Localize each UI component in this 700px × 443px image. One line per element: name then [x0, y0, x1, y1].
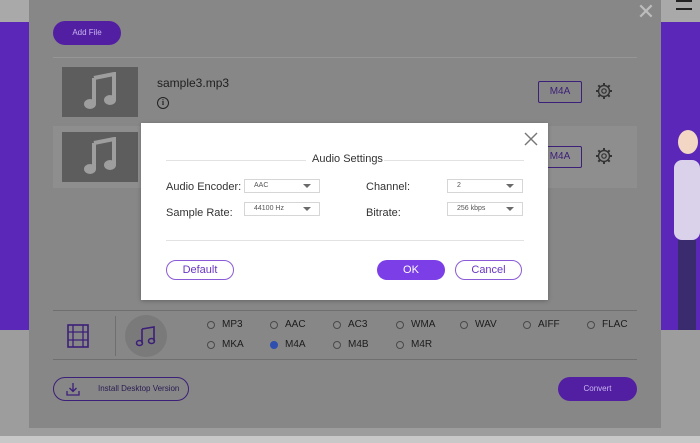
hamburger-icon[interactable]	[676, 0, 692, 10]
radio-button-selected[interactable]	[270, 340, 278, 349]
format-option-wav[interactable]: WAV	[460, 319, 497, 330]
format-option-flac[interactable]: FLAC	[587, 319, 628, 330]
sample-rate-label: Sample Rate:	[166, 207, 233, 219]
radio-button[interactable]	[333, 340, 341, 349]
radio-button[interactable]	[207, 320, 215, 329]
add-file-button[interactable]: Add File	[53, 21, 121, 45]
music-note-icon	[84, 72, 116, 109]
file-row: sample3.mp3 i M4A	[53, 61, 637, 123]
file-name: sample3.mp3	[157, 76, 230, 90]
radio-button[interactable]	[396, 320, 404, 329]
format-option-m4b[interactable]: M4B	[333, 339, 369, 350]
bitrate-select[interactable]: 256 kbps	[447, 202, 523, 216]
channel-label: Channel:	[366, 181, 411, 193]
chevron-down-icon	[303, 207, 311, 211]
format-label: M4B	[348, 339, 369, 350]
format-option-aiff[interactable]: AIFF	[523, 319, 560, 330]
install-desktop-button[interactable]: Install Desktop Version	[53, 377, 189, 401]
output-format-button[interactable]: M4A	[538, 81, 582, 103]
file-thumbnail	[62, 67, 138, 117]
default-button[interactable]: Default	[166, 260, 234, 280]
divider	[53, 57, 637, 58]
format-label: MP3	[222, 319, 243, 330]
close-icon[interactable]	[523, 131, 539, 147]
cancel-button[interactable]: Cancel	[455, 260, 522, 280]
format-option-aac[interactable]: AAC	[270, 319, 306, 330]
music-note-icon	[84, 137, 116, 174]
format-label: AAC	[285, 319, 306, 330]
format-option-mka[interactable]: MKA	[207, 339, 244, 350]
convert-button[interactable]: Convert	[558, 377, 637, 401]
radio-button[interactable]	[523, 320, 531, 329]
ok-button[interactable]: OK	[377, 260, 445, 280]
format-selector-bar: MP3 AAC AC3 WMA WAV AIFF FLAC MKA M4A M4…	[53, 310, 637, 360]
gear-icon[interactable]	[595, 147, 613, 165]
divider	[166, 160, 306, 161]
format-option-m4r[interactable]: M4R	[396, 339, 432, 350]
encoder-value: AAC	[254, 182, 269, 189]
radio-button[interactable]	[460, 320, 468, 329]
format-option-wma[interactable]: WMA	[396, 319, 435, 330]
bitrate-label: Bitrate:	[366, 207, 401, 219]
format-label: WMA	[411, 319, 436, 330]
close-icon[interactable]: ✕	[636, 1, 656, 23]
film-icon[interactable]	[67, 324, 89, 348]
dialog-title: Audio Settings	[312, 153, 383, 165]
radio-button[interactable]	[207, 340, 215, 349]
format-label: M4R	[411, 339, 433, 350]
status-strip	[0, 436, 700, 443]
info-icon[interactable]: i	[157, 97, 169, 109]
encoder-label: Audio Encoder:	[166, 181, 242, 193]
install-label: Install Desktop Version	[98, 384, 180, 393]
channel-value: 2	[457, 182, 461, 189]
radio-button[interactable]	[333, 320, 341, 329]
channel-select[interactable]: 2	[447, 179, 523, 193]
format-label: FLAC	[602, 319, 628, 330]
format-option-ac3[interactable]: AC3	[333, 319, 367, 330]
illustration-figure	[674, 130, 700, 330]
radio-button[interactable]	[270, 320, 278, 329]
divider	[166, 240, 524, 241]
format-label: M4A	[285, 339, 306, 350]
file-thumbnail	[62, 132, 138, 182]
format-label: AC3	[348, 319, 368, 330]
chevron-down-icon	[506, 207, 514, 211]
format-label: WAV	[475, 319, 497, 330]
format-option-m4a[interactable]: M4A	[270, 339, 306, 350]
download-icon	[66, 383, 80, 396]
radio-button[interactable]	[587, 320, 595, 329]
bitrate-value: 256 kbps	[457, 205, 486, 212]
chevron-down-icon	[506, 184, 514, 188]
chevron-down-icon	[303, 184, 311, 188]
sample-rate-value: 44100 Hz	[254, 205, 284, 212]
format-option-mp3[interactable]: MP3	[207, 319, 243, 330]
gear-icon[interactable]	[595, 82, 613, 100]
format-label: AIFF	[538, 319, 560, 330]
audio-settings-dialog: Audio Settings Audio Encoder: AAC Channe…	[141, 123, 548, 300]
audio-tab[interactable]	[125, 315, 167, 357]
sample-rate-select[interactable]: 44100 Hz	[244, 202, 320, 216]
divider	[384, 160, 524, 161]
music-note-icon	[135, 326, 156, 347]
divider	[115, 316, 116, 356]
format-label: MKA	[222, 339, 244, 350]
radio-button[interactable]	[396, 340, 404, 349]
encoder-select[interactable]: AAC	[244, 179, 320, 193]
